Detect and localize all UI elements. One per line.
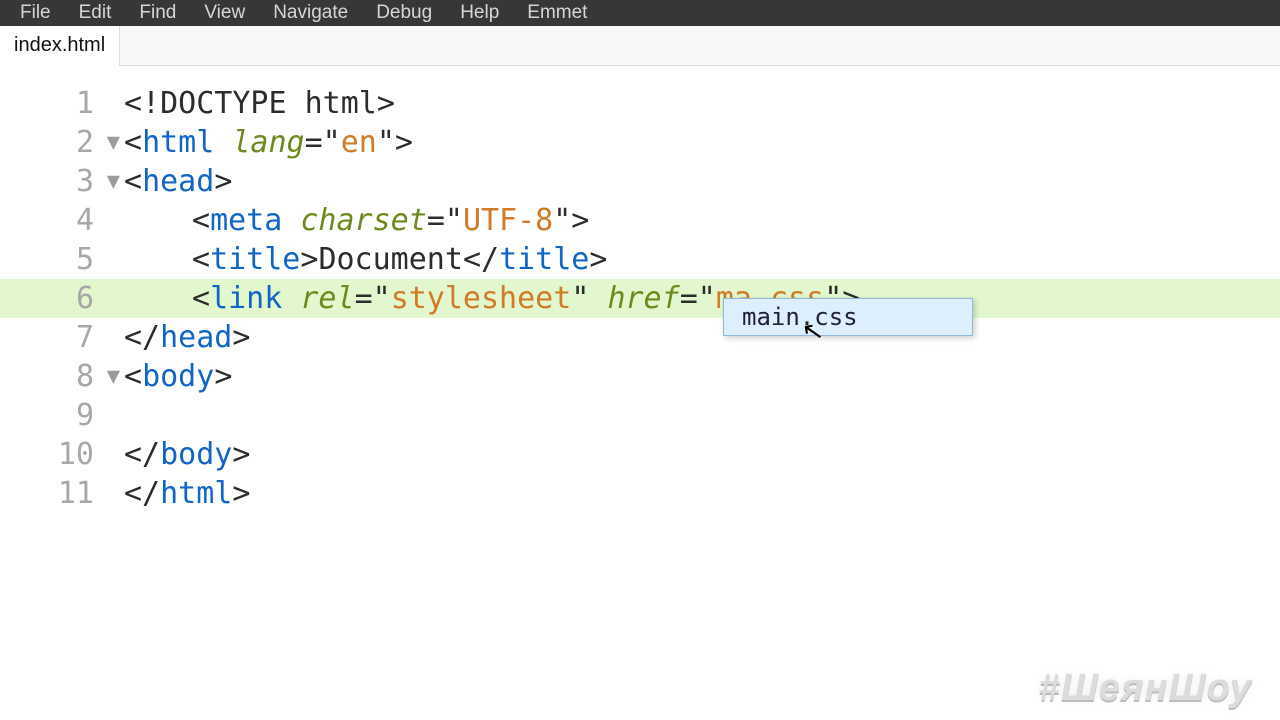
menu-view[interactable]: View <box>190 2 259 24</box>
code-line[interactable]: 5 <title>Document</title> <box>0 240 1280 279</box>
menu-emmet[interactable]: Emmet <box>513 2 601 24</box>
line-number: 1 <box>54 86 94 121</box>
code-line[interactable]: 9 <box>0 396 1280 435</box>
code-line[interactable]: 2▼ <html lang="en"> <box>0 123 1280 162</box>
menu-file[interactable]: File <box>6 2 65 24</box>
line-number: 9 <box>54 398 94 433</box>
doctype: <!DOCTYPE html> <box>124 86 395 121</box>
gutter: 7 <box>0 320 124 355</box>
gutter: 9 <box>0 398 124 433</box>
line-number: 3 <box>54 164 94 199</box>
autocomplete-item[interactable]: main.css <box>742 303 954 331</box>
line-number: 4 <box>54 203 94 238</box>
code-editor[interactable]: 1 <!DOCTYPE html> 2▼ <html lang="en"> 3▼… <box>0 66 1280 720</box>
code-line[interactable]: 1 <!DOCTYPE html> <box>0 84 1280 123</box>
tab-index-html[interactable]: index.html <box>0 26 120 66</box>
code-line[interactable]: 11 </html> <box>0 474 1280 513</box>
line-number: 8 <box>54 359 94 394</box>
code-line[interactable]: 8▼ <body> <box>0 357 1280 396</box>
menu-help[interactable]: Help <box>446 2 513 24</box>
code-line[interactable]: 3▼ <head> <box>0 162 1280 201</box>
gutter: 10 <box>0 437 124 472</box>
fold-toggle-icon[interactable]: ▼ <box>107 132 120 154</box>
line-number: 5 <box>54 242 94 277</box>
line-number: 10 <box>54 437 94 472</box>
gutter: 1 <box>0 86 124 121</box>
code-line-active[interactable]: 6 <link rel="stylesheet" href="ma.css"> <box>0 279 1280 318</box>
gutter: 3▼ <box>0 164 124 199</box>
gutter: 8▼ <box>0 359 124 394</box>
line-number: 11 <box>54 476 94 511</box>
code-line[interactable]: 7 </head> <box>0 318 1280 357</box>
menu-edit[interactable]: Edit <box>65 2 126 24</box>
watermark: #ШеянШоу <box>1039 667 1252 710</box>
line-number: 6 <box>54 281 94 316</box>
menu-debug[interactable]: Debug <box>362 2 446 24</box>
menu-navigate[interactable]: Navigate <box>259 2 362 24</box>
menu-find[interactable]: Find <box>125 2 190 24</box>
line-number: 2 <box>54 125 94 160</box>
menu-bar: File Edit Find View Navigate Debug Help … <box>0 0 1280 26</box>
code-line[interactable]: 4 <meta charset="UTF-8"> <box>0 201 1280 240</box>
code-line[interactable]: 10 </body> <box>0 435 1280 474</box>
autocomplete-popup[interactable]: main.css <box>723 298 973 336</box>
gutter: 2▼ <box>0 125 124 160</box>
fold-toggle-icon[interactable]: ▼ <box>107 366 120 388</box>
tab-bar: index.html <box>0 26 1280 66</box>
gutter: 5 <box>0 242 124 277</box>
line-number: 7 <box>54 320 94 355</box>
gutter: 6 <box>0 281 124 316</box>
gutter: 4 <box>0 203 124 238</box>
gutter: 11 <box>0 476 124 511</box>
fold-toggle-icon[interactable]: ▼ <box>107 171 120 193</box>
